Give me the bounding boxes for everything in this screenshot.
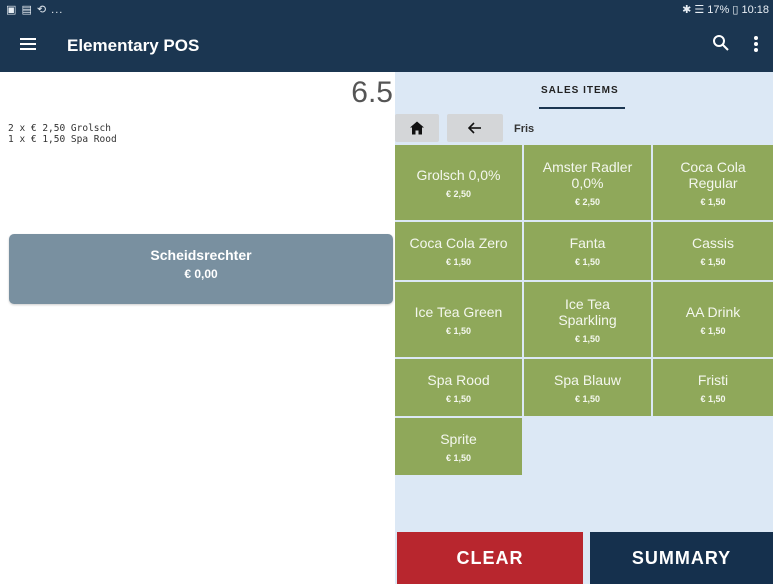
sales-item-price: € 1,50 (574, 393, 601, 404)
sales-item-name: Coca Cola Regular (680, 158, 746, 191)
sales-item-tile[interactable]: Fristi € 1,50 (653, 359, 773, 416)
sales-item-tile[interactable]: Grolsch 0,0% € 2,50 (395, 145, 522, 220)
breadcrumb: Fris (514, 123, 535, 135)
clear-button[interactable]: CLEAR (397, 532, 583, 584)
order-line[interactable]: 2 x € 2,50 Grolsch (8, 123, 117, 134)
sales-item-tile[interactable]: Spa Rood € 1,50 (395, 359, 522, 416)
summary-button[interactable]: SUMMARY (590, 532, 773, 584)
sales-item-tile[interactable]: Amster Radler 0,0% € 2,50 (524, 145, 651, 220)
sales-item-price: € 1,50 (445, 393, 472, 404)
sales-item-tile[interactable]: AA Drink € 1,50 (653, 282, 773, 357)
customer-amount: € 0,00 (184, 267, 218, 281)
customer-name: Scheidsrechter (150, 247, 252, 263)
sales-item-tile[interactable]: Ice Tea Green € 1,50 (395, 282, 522, 357)
tab-indicator (539, 107, 625, 109)
sales-item-name: Ice Tea Sparkling (558, 295, 617, 328)
sales-item-price: € 1,50 (700, 257, 726, 267)
sales-item-price: € 1,50 (700, 325, 726, 336)
sales-item-tile[interactable]: Coca Cola Regular € 1,50 (653, 145, 773, 220)
sales-item-name: Fanta (569, 235, 606, 251)
sales-item-name: AA Drink (685, 303, 741, 320)
sales-item-price: € 1,50 (574, 333, 601, 344)
home-icon (410, 121, 424, 135)
sales-item-name: Spa Blauw (554, 371, 621, 388)
sales-item-price: € 2,50 (574, 196, 601, 207)
sales-item-price: € 1,50 (445, 452, 472, 463)
sales-item-name: Fristi (697, 371, 729, 388)
status-bar: ▣ ▤ ⟲ ... ✱ ☰ 17% ▯ 10:18 (0, 0, 773, 20)
more-vertical-icon[interactable] (749, 34, 763, 54)
sales-item-price: € 1,50 (700, 196, 726, 207)
back-button[interactable] (447, 114, 503, 142)
search-icon[interactable] (711, 33, 731, 53)
status-bar-system-info: ✱ ☰ 17% ▯ 10:18 (682, 4, 769, 16)
sales-item-tile[interactable]: Spa Blauw € 1,50 (524, 359, 651, 416)
sales-item-price: € 1,50 (700, 393, 726, 404)
sales-items-panel: SALES ITEMS Fris Grolsch 0,0% € 2,50 Ams… (395, 72, 773, 584)
hamburger-icon[interactable] (19, 32, 37, 56)
app-title: Elementary POS (67, 36, 200, 55)
customer-button[interactable]: Scheidsrechter € 0,00 (9, 234, 393, 304)
app-bar: Elementary POS (0, 20, 773, 72)
sales-item-price: € 1,50 (445, 325, 472, 336)
order-line[interactable]: 1 x € 1,50 Spa Rood (8, 134, 117, 145)
sales-item-name: Sprite (440, 430, 477, 447)
sales-item-tile[interactable]: Ice Tea Sparkling € 1,50 (524, 282, 651, 357)
arrow-left-icon (468, 122, 481, 134)
sales-item-tile[interactable]: Sprite € 1,50 (395, 418, 522, 475)
tab-sales-items[interactable]: SALES ITEMS (541, 85, 619, 96)
order-total: 6.5 (351, 76, 393, 109)
sales-item-name: Spa Rood (427, 371, 490, 388)
sales-item-price: € 2,50 (445, 188, 472, 199)
sales-item-name: Amster Radler 0,0% (542, 158, 633, 191)
status-bar-notification-icons: ▣ ▤ ⟲ ... (6, 4, 64, 16)
home-button[interactable] (395, 114, 439, 142)
sales-item-name: Ice Tea Green (414, 303, 503, 320)
sales-item-name: Coca Cola Zero (409, 235, 508, 251)
order-lines: 2 x € 2,50 Grolsch 1 x € 1,50 Spa Rood (8, 123, 117, 145)
sales-item-name: Grolsch 0,0% (416, 166, 501, 183)
sales-item-name: Cassis (691, 235, 734, 251)
sales-item-price: € 1,50 (574, 257, 601, 267)
sales-item-price: € 1,50 (445, 257, 472, 267)
sales-item-tile[interactable]: Coca Cola Zero € 1,50 (395, 222, 522, 280)
sales-item-tile[interactable]: Fanta € 1,50 (524, 222, 651, 280)
sales-item-tile[interactable]: Cassis € 1,50 (653, 222, 773, 280)
